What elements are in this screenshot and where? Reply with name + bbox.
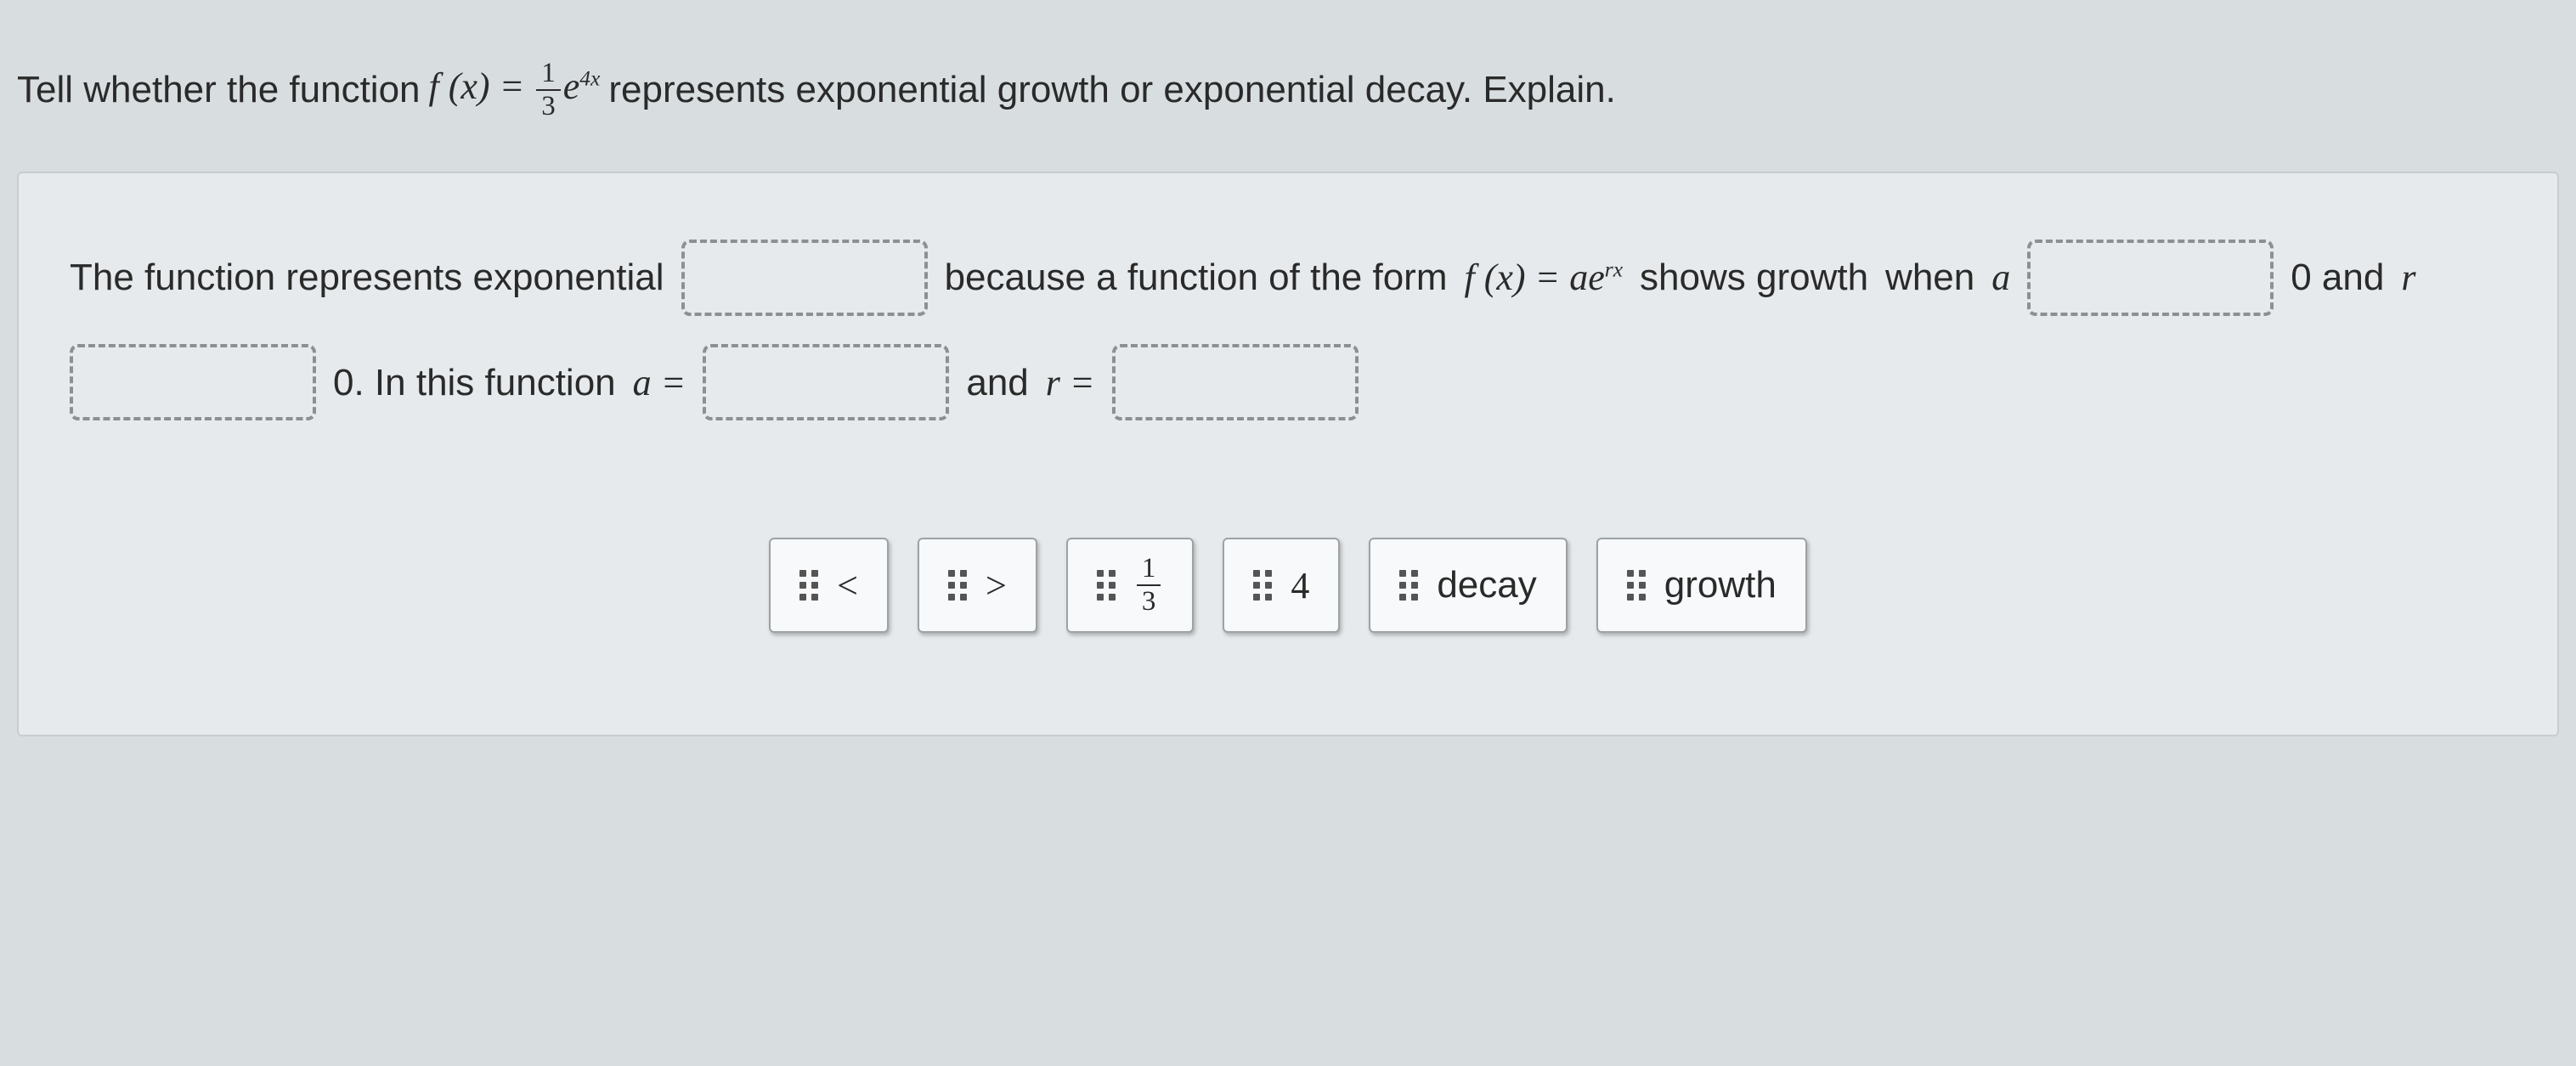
text-segment: because a function of the form <box>945 233 1448 323</box>
prompt-pre: Tell whether the function <box>17 64 421 116</box>
tile-label: 4 <box>1291 564 1309 607</box>
tile-less-than[interactable]: < <box>769 538 889 633</box>
fraction-one-third: 1 3 <box>536 59 561 121</box>
answer-sentence: The function represents exponential beca… <box>70 233 2506 427</box>
tile-greater-than[interactable]: > <box>918 538 1037 633</box>
answer-area: The function represents exponential beca… <box>17 172 2559 736</box>
drop-target-r-compare[interactable] <box>70 344 316 420</box>
drop-target-growth-decay[interactable] <box>681 240 928 316</box>
a-equals: a = <box>633 338 686 428</box>
r-equals: r = <box>1046 338 1095 428</box>
tile-growth[interactable]: growth <box>1596 538 1807 633</box>
grip-icon <box>1253 570 1272 601</box>
text-segment: shows growth <box>1640 233 1868 323</box>
drop-target-a-value[interactable] <box>703 344 949 420</box>
prompt-function: f (x) = 1 3 e4x <box>429 59 601 121</box>
grip-icon <box>1627 570 1646 601</box>
drop-target-r-value[interactable] <box>1112 344 1359 420</box>
grip-icon <box>1399 570 1418 601</box>
tile-label: > <box>986 564 1007 607</box>
text-segment: 0. In this function <box>333 338 616 428</box>
tile-label: growth <box>1664 564 1777 606</box>
grip-icon <box>948 570 967 601</box>
tile-one-third[interactable]: 1 3 <box>1066 538 1195 633</box>
tile-four[interactable]: 4 <box>1223 538 1340 633</box>
tile-bank: < > 1 3 4 decay growth <box>70 538 2506 633</box>
text-segment: The function represents exponential <box>70 233 664 323</box>
var-r: r <box>2401 233 2415 323</box>
text-segment: when <box>1885 233 1974 323</box>
prompt-post: represents exponential growth or exponen… <box>608 64 1615 116</box>
form-expression: f (x) = aerx <box>1464 233 1623 323</box>
text-segment: 0 and <box>2291 233 2384 323</box>
var-a: a <box>1991 233 2010 323</box>
text-segment: and <box>966 338 1028 428</box>
tile-decay[interactable]: decay <box>1369 538 1567 633</box>
grip-icon <box>799 570 818 601</box>
grip-icon <box>1097 570 1116 601</box>
tile-label: 1 3 <box>1134 555 1164 616</box>
tile-label: decay <box>1437 564 1536 606</box>
question-prompt: Tell whether the function f (x) = 1 3 e4… <box>17 59 2559 121</box>
drop-target-a-compare[interactable] <box>2027 240 2274 316</box>
tile-label: < <box>837 564 858 607</box>
